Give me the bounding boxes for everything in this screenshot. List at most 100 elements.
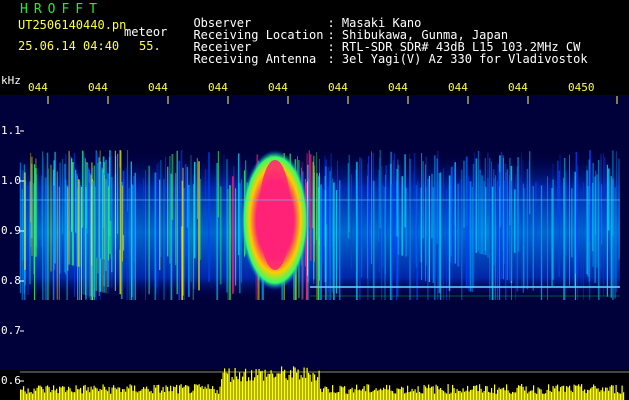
amplitude-bar bbox=[255, 369, 257, 400]
amplitude-bar bbox=[590, 388, 592, 400]
amplitude-bar bbox=[357, 390, 359, 400]
amplitude-bar bbox=[305, 377, 307, 400]
amplitude-bar bbox=[24, 391, 26, 400]
amplitude-bar bbox=[291, 377, 293, 400]
amplitude-bar bbox=[486, 386, 488, 400]
amplitude-bar bbox=[222, 372, 224, 400]
amplitude-bar bbox=[582, 390, 584, 400]
amplitude-bar bbox=[423, 385, 425, 400]
amplitude-bar bbox=[329, 392, 331, 400]
amplitude-bar bbox=[96, 388, 98, 400]
amplitude-bar bbox=[384, 389, 386, 400]
amplitude-bar bbox=[533, 385, 535, 400]
amplitude-bar bbox=[296, 372, 298, 400]
amplitude-bar bbox=[531, 390, 533, 400]
amplitude-bar bbox=[390, 390, 392, 400]
amplitude-bar bbox=[429, 387, 431, 400]
amplitude-bar bbox=[41, 386, 43, 400]
amplitude-bar bbox=[530, 390, 532, 400]
amplitude-bar bbox=[290, 370, 292, 400]
amplitude-bar bbox=[534, 392, 536, 400]
amplitude-bar bbox=[108, 387, 110, 400]
amplitude-bar bbox=[297, 369, 299, 400]
amplitude-bar bbox=[87, 387, 89, 400]
amplitude-bar bbox=[65, 392, 67, 400]
amplitude-bar bbox=[282, 371, 284, 400]
amplitude-bar bbox=[287, 380, 289, 400]
amplitude-bar bbox=[197, 385, 199, 400]
amplitude-bar bbox=[71, 391, 73, 400]
amplitude-bar bbox=[555, 385, 557, 400]
amplitude-bar bbox=[99, 389, 101, 400]
amplitude-bar bbox=[372, 390, 374, 400]
amplitude-bar bbox=[137, 392, 139, 400]
amplitude-bar bbox=[242, 376, 244, 400]
amplitude-bar bbox=[132, 390, 134, 400]
amplitude-bar bbox=[332, 385, 334, 400]
amplitude-bar bbox=[369, 392, 371, 400]
amplitude-bar bbox=[51, 390, 53, 400]
amplitude-bar bbox=[182, 387, 184, 400]
amplitude-bar bbox=[327, 389, 329, 400]
amplitude-bar bbox=[501, 388, 503, 400]
amplitude-bar bbox=[377, 390, 379, 400]
amplitude-bar bbox=[54, 390, 56, 400]
amplitude-bar bbox=[210, 389, 212, 400]
amplitude-bar bbox=[89, 392, 91, 400]
amplitude-bar bbox=[516, 387, 518, 400]
amplitude-bar bbox=[243, 372, 245, 400]
amplitude-bar bbox=[383, 387, 385, 400]
amplitude-bar bbox=[597, 388, 599, 400]
amplitude-bar bbox=[461, 392, 463, 400]
y-tick-label: 0.8 bbox=[1, 274, 21, 287]
amplitude-bar bbox=[341, 386, 343, 400]
amplitude-bar bbox=[101, 389, 103, 400]
amplitude-bar bbox=[401, 386, 403, 400]
amplitude-bar bbox=[195, 384, 197, 400]
amplitude-bar bbox=[435, 384, 437, 400]
amplitude-bar bbox=[482, 392, 484, 400]
amplitude-bar bbox=[419, 391, 421, 400]
amplitude-bar bbox=[356, 384, 358, 400]
amplitude-bar bbox=[428, 384, 430, 400]
amplitude-bar bbox=[396, 388, 398, 400]
amplitude-bar bbox=[620, 393, 622, 400]
amplitude-bar bbox=[438, 389, 440, 400]
amplitude-bar bbox=[339, 385, 341, 400]
amplitude-bar bbox=[537, 387, 539, 400]
amplitude-bar bbox=[422, 393, 424, 400]
amplitude-bar bbox=[374, 389, 376, 400]
amplitude-bar bbox=[93, 385, 95, 400]
amplitude-bar bbox=[362, 388, 364, 400]
amplitude-bar bbox=[476, 385, 478, 400]
amplitude-bar bbox=[239, 372, 241, 400]
amplitude-bar bbox=[354, 389, 356, 400]
amplitude-bar bbox=[596, 388, 598, 400]
amplitude-bar bbox=[588, 390, 590, 400]
amplitude-bar bbox=[95, 387, 97, 400]
amplitude-bar bbox=[414, 389, 416, 400]
amplitude-bar bbox=[36, 387, 38, 400]
amplitude-bar bbox=[209, 388, 211, 400]
amplitude-bar bbox=[386, 384, 388, 400]
amplitude-bar bbox=[420, 393, 422, 400]
amplitude-bar bbox=[183, 386, 185, 400]
amplitude-bar bbox=[333, 392, 335, 400]
amplitude-bar bbox=[567, 387, 569, 400]
amplitude-bar bbox=[344, 386, 346, 400]
amplitude-bar bbox=[623, 392, 625, 400]
amplitude-bar bbox=[266, 376, 268, 400]
amplitude-bar bbox=[284, 369, 286, 400]
amplitude-bar bbox=[467, 385, 469, 400]
amplitude-bar bbox=[443, 390, 445, 400]
amplitude-bar bbox=[573, 384, 575, 400]
amplitude-bar bbox=[600, 390, 602, 400]
amplitude-bar bbox=[150, 390, 152, 400]
amplitude-bar bbox=[56, 388, 58, 400]
amplitude-bar bbox=[134, 385, 136, 400]
amplitude-bar bbox=[342, 387, 344, 400]
amplitude-bar bbox=[53, 385, 55, 400]
y-tick-label: 0.6 bbox=[1, 374, 21, 387]
amplitude-bar bbox=[138, 391, 140, 400]
amplitude-bar bbox=[584, 389, 586, 400]
